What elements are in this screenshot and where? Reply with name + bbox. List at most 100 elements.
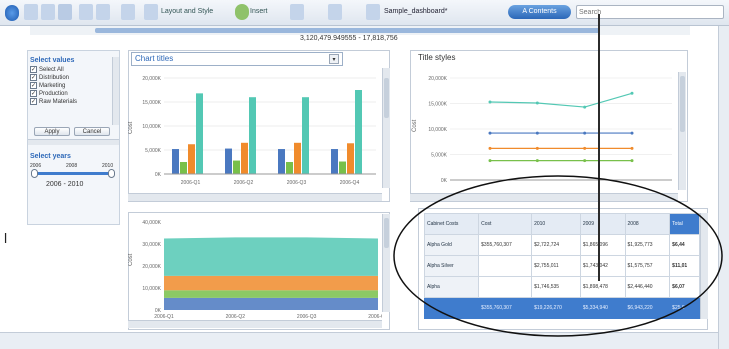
insert-icon[interactable] <box>235 4 249 20</box>
undo-icon[interactable] <box>121 4 135 20</box>
panel-scrollbar[interactable] <box>28 139 119 145</box>
y-tick-label: 30,000K <box>142 242 161 248</box>
checkbox-item[interactable]: ✓ Raw Materials <box>30 98 114 106</box>
year-tick: 2008 <box>66 163 78 169</box>
area-chart: Cost 40,000K30,000K20,000K10,000K0K 2006… <box>128 220 382 320</box>
y-tick-label: 20,000K <box>142 264 161 270</box>
bar <box>347 143 354 174</box>
line-y-label: Cost <box>412 119 418 132</box>
y-tick-label: 20,000K <box>142 76 161 82</box>
line-point <box>583 159 587 163</box>
line-point <box>630 159 634 163</box>
y-tick-label: 15,000K <box>142 100 161 106</box>
y-tick-label: 20,000K <box>428 76 447 82</box>
bar <box>339 161 346 174</box>
bar <box>249 97 256 174</box>
area-y-label: Cost <box>128 253 134 266</box>
year-slider-end-handle[interactable] <box>108 169 115 178</box>
y-tick-label: 40,000K <box>142 220 161 226</box>
export-icon[interactable] <box>96 4 110 20</box>
y-tick-label: 0K <box>155 172 162 178</box>
bar <box>302 97 309 174</box>
bar <box>241 142 248 174</box>
year-slider-track[interactable] <box>34 172 112 175</box>
checkbox-item[interactable]: ✓ Distribution <box>30 74 114 82</box>
app-menu-icon[interactable] <box>5 5 19 21</box>
annotation-ellipse <box>393 175 723 337</box>
bar <box>294 142 301 174</box>
year-range-label: 2006 - 2010 <box>46 181 84 188</box>
line-point <box>630 91 634 95</box>
checkbox-item[interactable]: ✓ Select All <box>30 66 114 74</box>
filter-panel: Select values ✓ Select All ✓ Distribution … <box>27 50 120 225</box>
bar <box>286 162 293 174</box>
line-point <box>535 159 539 163</box>
bar <box>233 160 240 174</box>
range-label: 3,120,479.949555 - 17,818,756 <box>300 35 398 42</box>
select-years-title: Select years <box>30 153 71 160</box>
settings-icon[interactable] <box>328 4 342 20</box>
y-tick-label: 15,000K <box>428 102 447 108</box>
area-chart-vscroll[interactable] <box>382 214 390 312</box>
line-point <box>535 101 539 105</box>
checkbox-icon[interactable]: ✓ <box>30 82 37 90</box>
dropdown-arrow-icon[interactable]: ▾ <box>329 54 339 64</box>
chart-icon[interactable] <box>290 4 304 20</box>
x-tick-label: 2006-Q4 <box>340 180 360 186</box>
year-tick: 2006 <box>30 163 42 169</box>
insert-menu[interactable]: Insert <box>250 8 268 24</box>
line-point <box>630 131 634 135</box>
contents-button[interactable]: A Contents <box>508 5 571 19</box>
checklist-scrollbar[interactable] <box>112 57 119 125</box>
new-document-icon[interactable] <box>24 4 38 20</box>
cancel-button[interactable]: Cancel <box>74 127 110 136</box>
bar-chart-hscroll[interactable] <box>128 193 382 201</box>
year-slider-start-handle[interactable] <box>31 169 38 178</box>
line-point <box>488 131 492 135</box>
x-tick-label: 2006-Q4 <box>368 314 382 320</box>
x-tick-label: 2006-Q1 <box>154 314 174 320</box>
y-tick-label: 10,000K <box>428 127 447 133</box>
apply-button[interactable]: Apply <box>34 127 70 136</box>
layout-and-style-menu[interactable]: Layout and Style <box>161 8 213 24</box>
bar <box>196 93 203 174</box>
document-name: Sample_dashboard* <box>384 8 448 15</box>
line-chart-title: Title styles <box>418 53 456 62</box>
bar-chart-vscroll[interactable] <box>382 68 390 188</box>
checkbox-item[interactable]: ✓ Marketing <box>30 82 114 90</box>
print-icon[interactable] <box>79 4 93 20</box>
x-tick-label: 2006-Q3 <box>287 180 307 186</box>
range-slider-selection[interactable] <box>95 28 600 33</box>
checkbox-icon[interactable]: ✓ <box>30 90 37 98</box>
line-point <box>488 159 492 163</box>
checkbox-icon[interactable]: ✓ <box>30 74 37 82</box>
bar <box>355 90 362 174</box>
bar <box>180 162 187 174</box>
bar-chart: Cost 20,000K 15,000K 10,000K 5,000K 0K 2006-… <box>128 76 376 186</box>
values-checklist: ✓ Select All ✓ Distribution ✓ Marketing ✓ Pr… <box>30 66 114 106</box>
x-tick-label: 2006-Q1 <box>181 180 201 186</box>
checkbox-icon[interactable]: ✓ <box>30 98 37 106</box>
area-series <box>164 275 378 291</box>
edge-glyph: l <box>4 230 8 246</box>
chart-title-field[interactable]: Chart titles <box>131 52 343 66</box>
checkbox-icon[interactable]: ✓ <box>30 66 37 73</box>
line-point <box>535 131 539 135</box>
line-point <box>583 105 587 109</box>
document-icon <box>366 4 380 20</box>
line-point <box>630 146 634 150</box>
area-chart-hscroll[interactable] <box>128 320 382 328</box>
x-tick-label: 2006-Q2 <box>226 314 246 320</box>
bar <box>331 149 338 174</box>
open-folder-icon[interactable] <box>41 4 55 20</box>
bar <box>225 148 232 174</box>
select-values-title: Select values <box>30 57 75 64</box>
checkbox-item[interactable]: ✓ Production <box>30 90 114 98</box>
x-tick-label: 2006-Q3 <box>297 314 317 320</box>
y-tick-label: 5,000K <box>145 148 162 154</box>
y-tick-label: 10,000K <box>142 124 161 130</box>
line-point <box>488 146 492 150</box>
layout-icon[interactable] <box>144 4 158 20</box>
save-icon[interactable] <box>58 4 72 20</box>
bar <box>172 149 179 174</box>
